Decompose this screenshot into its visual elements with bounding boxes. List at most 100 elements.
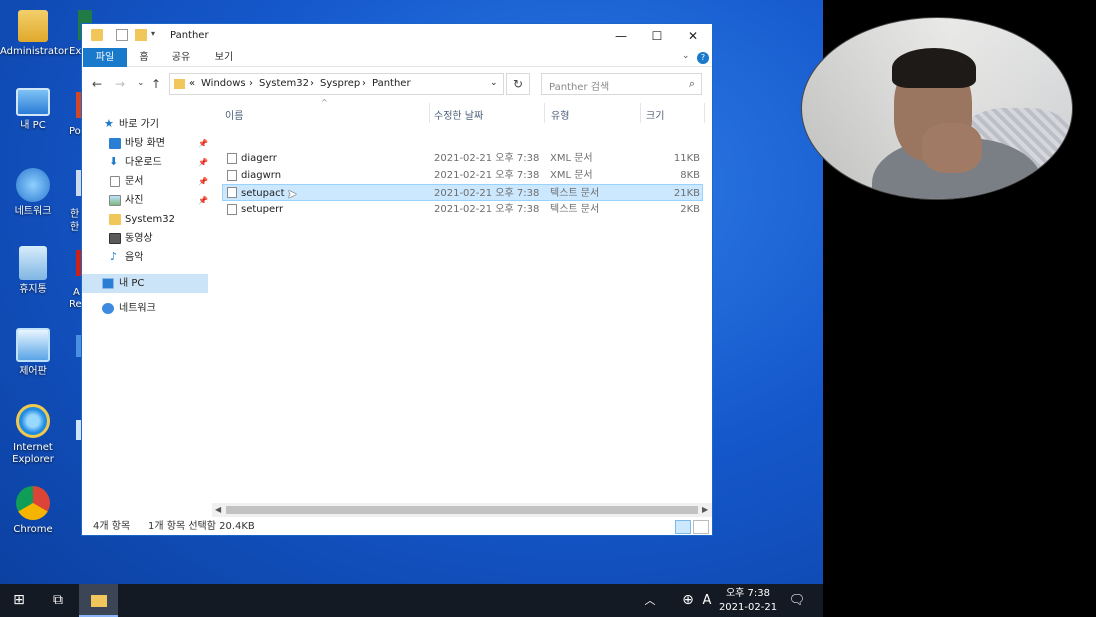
column-header-name[interactable]: 이름 [225,107,243,122]
pin-icon: 📌 [198,177,208,186]
webcam-person-hand [922,123,982,173]
details-view-button[interactable] [675,520,691,534]
quick-access-dropdown-icon[interactable]: ▾ [151,29,155,38]
title-bar[interactable]: ▾ Panther — ☐ ✕ [82,24,712,48]
nav-item-network[interactable]: 네트워크 [82,299,208,318]
nav-item-label: 내 PC [119,278,145,289]
minimize-button[interactable]: — [603,24,639,48]
column-header-modified[interactable]: 수정한 날짜 [434,107,483,122]
navigation-bar: ← → ⌄ ↑ « Windows › System32 › Sysprep ›… [82,67,712,101]
file-type: 텍스트 문서 [550,204,600,215]
column-header-size[interactable]: 크기 [646,107,664,122]
desktop-icon-network[interactable]: 네트워크 [0,168,66,218]
file-name: setuperr [241,204,284,215]
clock-time: 오후 7:38 [725,588,771,599]
ime-indicator[interactable]: A [698,584,716,617]
nav-item-videos[interactable]: 동영상 [82,229,208,248]
taskbar-file-explorer[interactable] [79,584,118,617]
file-size: 21KB [673,188,700,199]
breadcrumb-sysprep[interactable]: Sysprep [320,78,360,89]
scroll-left-icon[interactable]: ◀ [215,503,221,517]
file-modified: 2021-02-21 오후 7:38 [434,170,540,181]
maximize-button[interactable]: ☐ [639,24,675,48]
partial-label-acrobat-2: Re [69,299,82,310]
recent-locations-dropdown[interactable]: ⌄ [137,78,145,88]
up-button[interactable]: ↑ [151,77,161,91]
desktop-icon-control-panel[interactable]: 제어판 [0,328,66,378]
nav-item-downloads[interactable]: ⬇ 다운로드 📌 [82,153,208,172]
desktop-icon-label: 네트워크 [14,206,52,217]
column-divider[interactable] [544,103,545,123]
tab-file[interactable]: 파일 [83,48,127,67]
close-button[interactable]: ✕ [675,24,711,48]
horizontal-scrollbar[interactable]: ◀ ▶ [212,503,712,517]
taskbar-clock[interactable]: 오후 7:38 2021-02-21 [718,587,778,615]
desktop-icon-my-pc[interactable]: 내 PC [0,88,66,132]
desktop-icon-administrator[interactable]: Administrator [0,10,68,58]
nav-item-quick-access[interactable]: ★ 바로 가기 [82,115,208,134]
file-row[interactable]: diagwrn 2021-02-21 오후 7:38 XML 문서 8KB [222,167,703,184]
desktop-icon-label: Internet Explorer [12,442,54,465]
desktop-icon-recycle-bin[interactable]: 휴지통 [0,246,66,296]
webcam-overlay [801,17,1073,200]
search-icon[interactable]: ⌕ [689,77,695,91]
tab-home[interactable]: 홈 [132,48,156,67]
nav-item-pictures[interactable]: 사진 📌 [82,191,208,210]
window-title: Panther [170,30,209,41]
nav-item-system32[interactable]: System32 [82,210,208,229]
column-divider[interactable] [640,103,641,123]
webcam-person-hair [892,48,976,88]
windows-logo-icon: ⊞ [13,592,25,608]
nav-item-desktop[interactable]: 바탕 화면 📌 [82,134,208,153]
address-dropdown-icon[interactable]: ⌄ [490,78,498,88]
desktop-icon-label: 제어판 [19,366,47,377]
ribbon-expand-icon[interactable]: ⌄ [682,51,690,61]
action-center-button[interactable]: 🗨 [784,584,810,617]
back-button[interactable]: ← [92,77,102,91]
network-status-icon[interactable]: ⊕ [678,584,698,617]
address-bar[interactable]: « Windows › System32 › Sysprep › Panther… [169,73,504,95]
breadcrumb-panther[interactable]: Panther [372,78,411,89]
nav-item-music[interactable]: ♪ 음악 [82,248,208,267]
file-row[interactable]: setuperr 2021-02-21 오후 7:38 텍스트 문서 2KB [222,201,703,218]
mouse-cursor-icon: ➤ [287,187,298,201]
refresh-button[interactable]: ↻ [506,73,530,95]
file-name: diagwrn [241,170,282,181]
scrollbar-thumb[interactable] [226,506,698,514]
breadcrumb-separator: › [310,78,314,89]
folder-icon [91,29,103,41]
file-name: setupact [241,188,285,199]
file-row-selected[interactable]: setupact 2021-02-21 오후 7:38 텍스트 문서 21KB … [222,184,703,201]
nav-item-label: 사진 [125,195,144,206]
breadcrumb-system32[interactable]: System32 [259,78,309,89]
partial-label-powerpoint: Po [69,126,81,137]
desktop-icon-chrome[interactable]: Chrome [0,486,66,536]
breadcrumb-overflow[interactable]: « [189,78,195,89]
help-icon[interactable]: ? [697,52,709,64]
file-row[interactable]: diagerr 2021-02-21 오후 7:38 XML 문서 11KB [222,150,703,167]
task-view-button[interactable]: ⧉ [40,584,76,617]
desktop-icon-internet-explorer[interactable]: Internet Explorer [0,404,66,466]
show-hidden-icons-button[interactable]: ︿ [638,584,662,617]
recycle-bin-icon [19,246,47,280]
task-view-icon: ⧉ [53,592,63,608]
column-divider[interactable] [704,103,705,123]
file-type: XML 문서 [550,153,593,164]
internet-explorer-icon [16,404,50,438]
nav-item-label: 음악 [125,252,144,263]
breadcrumb-windows[interactable]: Windows [201,78,246,89]
forward-button[interactable]: → [115,77,125,91]
tab-share[interactable]: 공유 [168,48,194,67]
scroll-right-icon[interactable]: ▶ [702,503,708,517]
nav-item-documents[interactable]: 문서 📌 [82,172,208,191]
search-input[interactable]: Panther 검색 ⌕ [541,73,702,95]
new-folder-icon[interactable] [135,29,147,41]
nav-item-my-pc[interactable]: 내 PC [82,274,208,293]
large-icons-view-button[interactable] [693,520,709,534]
column-header-type[interactable]: 유형 [551,107,569,122]
tab-view[interactable]: 보기 [210,48,238,67]
column-divider[interactable] [429,103,430,123]
file-explorer-window: ▾ Panther — ☐ ✕ 파일 홈 공유 보기 ⌄ ? ← → ⌄ ↑ «… [81,23,713,536]
start-button[interactable]: ⊞ [0,584,38,617]
properties-icon[interactable] [116,29,128,41]
